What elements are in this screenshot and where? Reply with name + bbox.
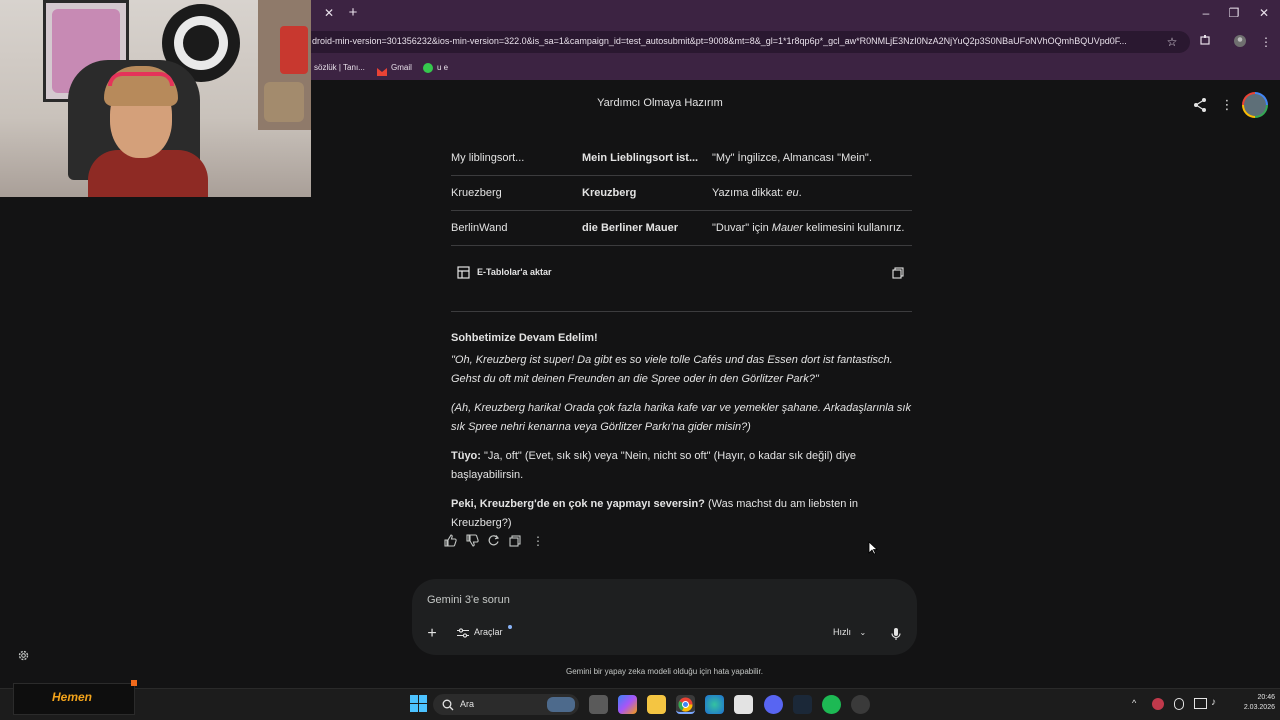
volume-icon[interactable]: ♪ xyxy=(1211,697,1216,708)
table-cell-original: My liblingsort... xyxy=(451,152,525,164)
maximize-icon[interactable]: ❐ xyxy=(1220,4,1248,22)
regenerate-icon[interactable] xyxy=(487,534,501,548)
minimize-icon[interactable]: – xyxy=(1192,4,1220,22)
table-row: My liblingsort... Mein Lieblingsort ist.… xyxy=(451,141,912,176)
taskbar xyxy=(0,688,1280,720)
add-attachment-icon[interactable]: + xyxy=(424,626,440,642)
store-icon[interactable] xyxy=(734,695,753,714)
table-cell-note: "My" İngilizce, Almancası "Mein". xyxy=(712,152,872,164)
windows-start-icon[interactable] xyxy=(410,695,428,713)
microphone-icon[interactable] xyxy=(890,627,902,641)
tab-close-icon[interactable]: ✕ xyxy=(321,5,337,21)
chat-title: Yardımcı Olmaya Hazırım xyxy=(597,97,723,109)
export-row: E-Tablolar'a aktar xyxy=(451,262,912,284)
profile-icon[interactable] xyxy=(1231,34,1249,50)
tray-mic-icon[interactable] xyxy=(1174,698,1184,710)
question-paragraph: Peki, Kreuzberg'de en çok ne yapmayı sev… xyxy=(451,498,858,529)
copy-icon[interactable] xyxy=(509,534,523,548)
ad-accent xyxy=(131,680,137,686)
extensions-icon[interactable] xyxy=(1196,34,1214,50)
table-cell-correct: die Berliner Mauer xyxy=(582,222,678,234)
headphones xyxy=(108,72,174,86)
stream-ad-overlay: Hemen xyxy=(13,680,137,715)
steam-icon[interactable] xyxy=(793,695,812,714)
model-speed-selector[interactable]: Hızlı ⌄ xyxy=(833,627,866,637)
url-text[interactable]: droid-min-version=301356232&ios-min-vers… xyxy=(312,36,1158,50)
table-cell-correct: Kreuzberg xyxy=(582,187,637,199)
tools-icon xyxy=(457,628,469,638)
browser-menu-icon[interactable]: ⋮ xyxy=(1257,34,1275,50)
tray-app-icon[interactable] xyxy=(1152,698,1164,710)
tip-paragraph: Tüyo: "Ja, oft" (Evet, sık sık) veya "Ne… xyxy=(451,450,857,481)
table-cell-original: Kruezberg xyxy=(451,187,502,199)
divider xyxy=(451,311,912,312)
taskbar-search[interactable]: Ara xyxy=(433,694,579,715)
settings-gear-icon[interactable] xyxy=(17,649,31,663)
bookmark-ue[interactable]: u e xyxy=(437,61,448,75)
export-sheets-button[interactable]: E-Tablolar'a aktar xyxy=(477,267,552,277)
more-actions-icon[interactable]: ⋮ xyxy=(531,534,545,548)
tray-chevron-icon[interactable]: ^ xyxy=(1132,698,1136,708)
tools-label: Araçlar xyxy=(474,627,503,637)
speed-label: Hızlı xyxy=(833,627,851,637)
search-icon xyxy=(442,698,454,711)
chrome-icon[interactable] xyxy=(676,695,695,714)
table-row: BerlinWand die Berliner Mauer "Duvar" iç… xyxy=(451,211,912,246)
table-cell-correct: Mein Lieblingsort ist... xyxy=(582,152,699,164)
clock-time: 20:46 xyxy=(1257,694,1275,701)
gmail-icon xyxy=(377,63,387,76)
table-cell-note: "Duvar" için Mauer kelimesini kullanırız… xyxy=(712,222,905,234)
shelf xyxy=(258,0,311,130)
table-row: Kruezberg Kreuzberg Yazıma dikkat: eu. xyxy=(451,176,912,211)
table-cell-note: Yazıma dikkat: eu. xyxy=(712,187,802,199)
more-options-icon[interactable]: ⋮ xyxy=(1218,96,1236,114)
share-icon[interactable] xyxy=(1191,96,1209,114)
table-cell-original: BerlinWand xyxy=(451,222,508,234)
copy-table-icon[interactable] xyxy=(892,266,906,280)
thumbs-down-icon[interactable] xyxy=(466,534,480,548)
search-highlight-image xyxy=(547,697,575,712)
webcam-overlay xyxy=(0,0,311,197)
search-label: Ara xyxy=(460,699,475,709)
bookmark-star-icon[interactable]: ☆ xyxy=(1163,34,1181,50)
german-paragraph: "Oh, Kreuzberg ist super! Da gibt es so … xyxy=(451,354,893,385)
task-view-icon[interactable] xyxy=(589,695,608,714)
window-close-icon[interactable]: ✕ xyxy=(1250,4,1278,22)
edge-icon[interactable] xyxy=(705,695,724,714)
spotify-icon[interactable] xyxy=(822,695,841,714)
avatar[interactable] xyxy=(1242,92,1268,118)
file-explorer-icon[interactable] xyxy=(647,695,666,714)
tools-button[interactable]: Araçlar xyxy=(457,625,512,638)
tray-display-icon[interactable] xyxy=(1194,698,1207,709)
disclaimer-text: Gemini bir yapay zeka modeli olduğu için… xyxy=(566,667,763,676)
thumbs-up-icon[interactable] xyxy=(444,534,458,548)
new-tab-button[interactable]: + xyxy=(344,4,362,22)
discord-icon[interactable] xyxy=(764,695,783,714)
ad-text: Hemen xyxy=(52,690,93,704)
bookmark-gmail[interactable]: Gmail xyxy=(391,61,412,75)
app-icon[interactable] xyxy=(851,695,870,714)
chevron-down-icon: ⌄ xyxy=(859,628,867,637)
sheets-icon[interactable] xyxy=(457,266,471,280)
copilot-icon[interactable] xyxy=(618,695,637,714)
prompt-box xyxy=(412,579,917,655)
clock-date: 2.03.2026 xyxy=(1243,704,1275,711)
prompt-input[interactable]: Gemini 3'e sorun xyxy=(427,594,510,606)
tools-badge xyxy=(508,625,512,629)
translation-paragraph: (Ah, Kreuzberg harika! Orada çok fazla h… xyxy=(451,402,911,433)
mouse-cursor-icon xyxy=(868,541,879,555)
green-dot-icon xyxy=(423,63,433,73)
taskbar-clock[interactable]: 20:46 2.03.2026 xyxy=(1225,693,1275,713)
bookmark-sozluk[interactable]: sözlük | Tanı... xyxy=(314,61,365,75)
section-heading: Sohbetimize Devam Edelim! xyxy=(451,332,598,344)
